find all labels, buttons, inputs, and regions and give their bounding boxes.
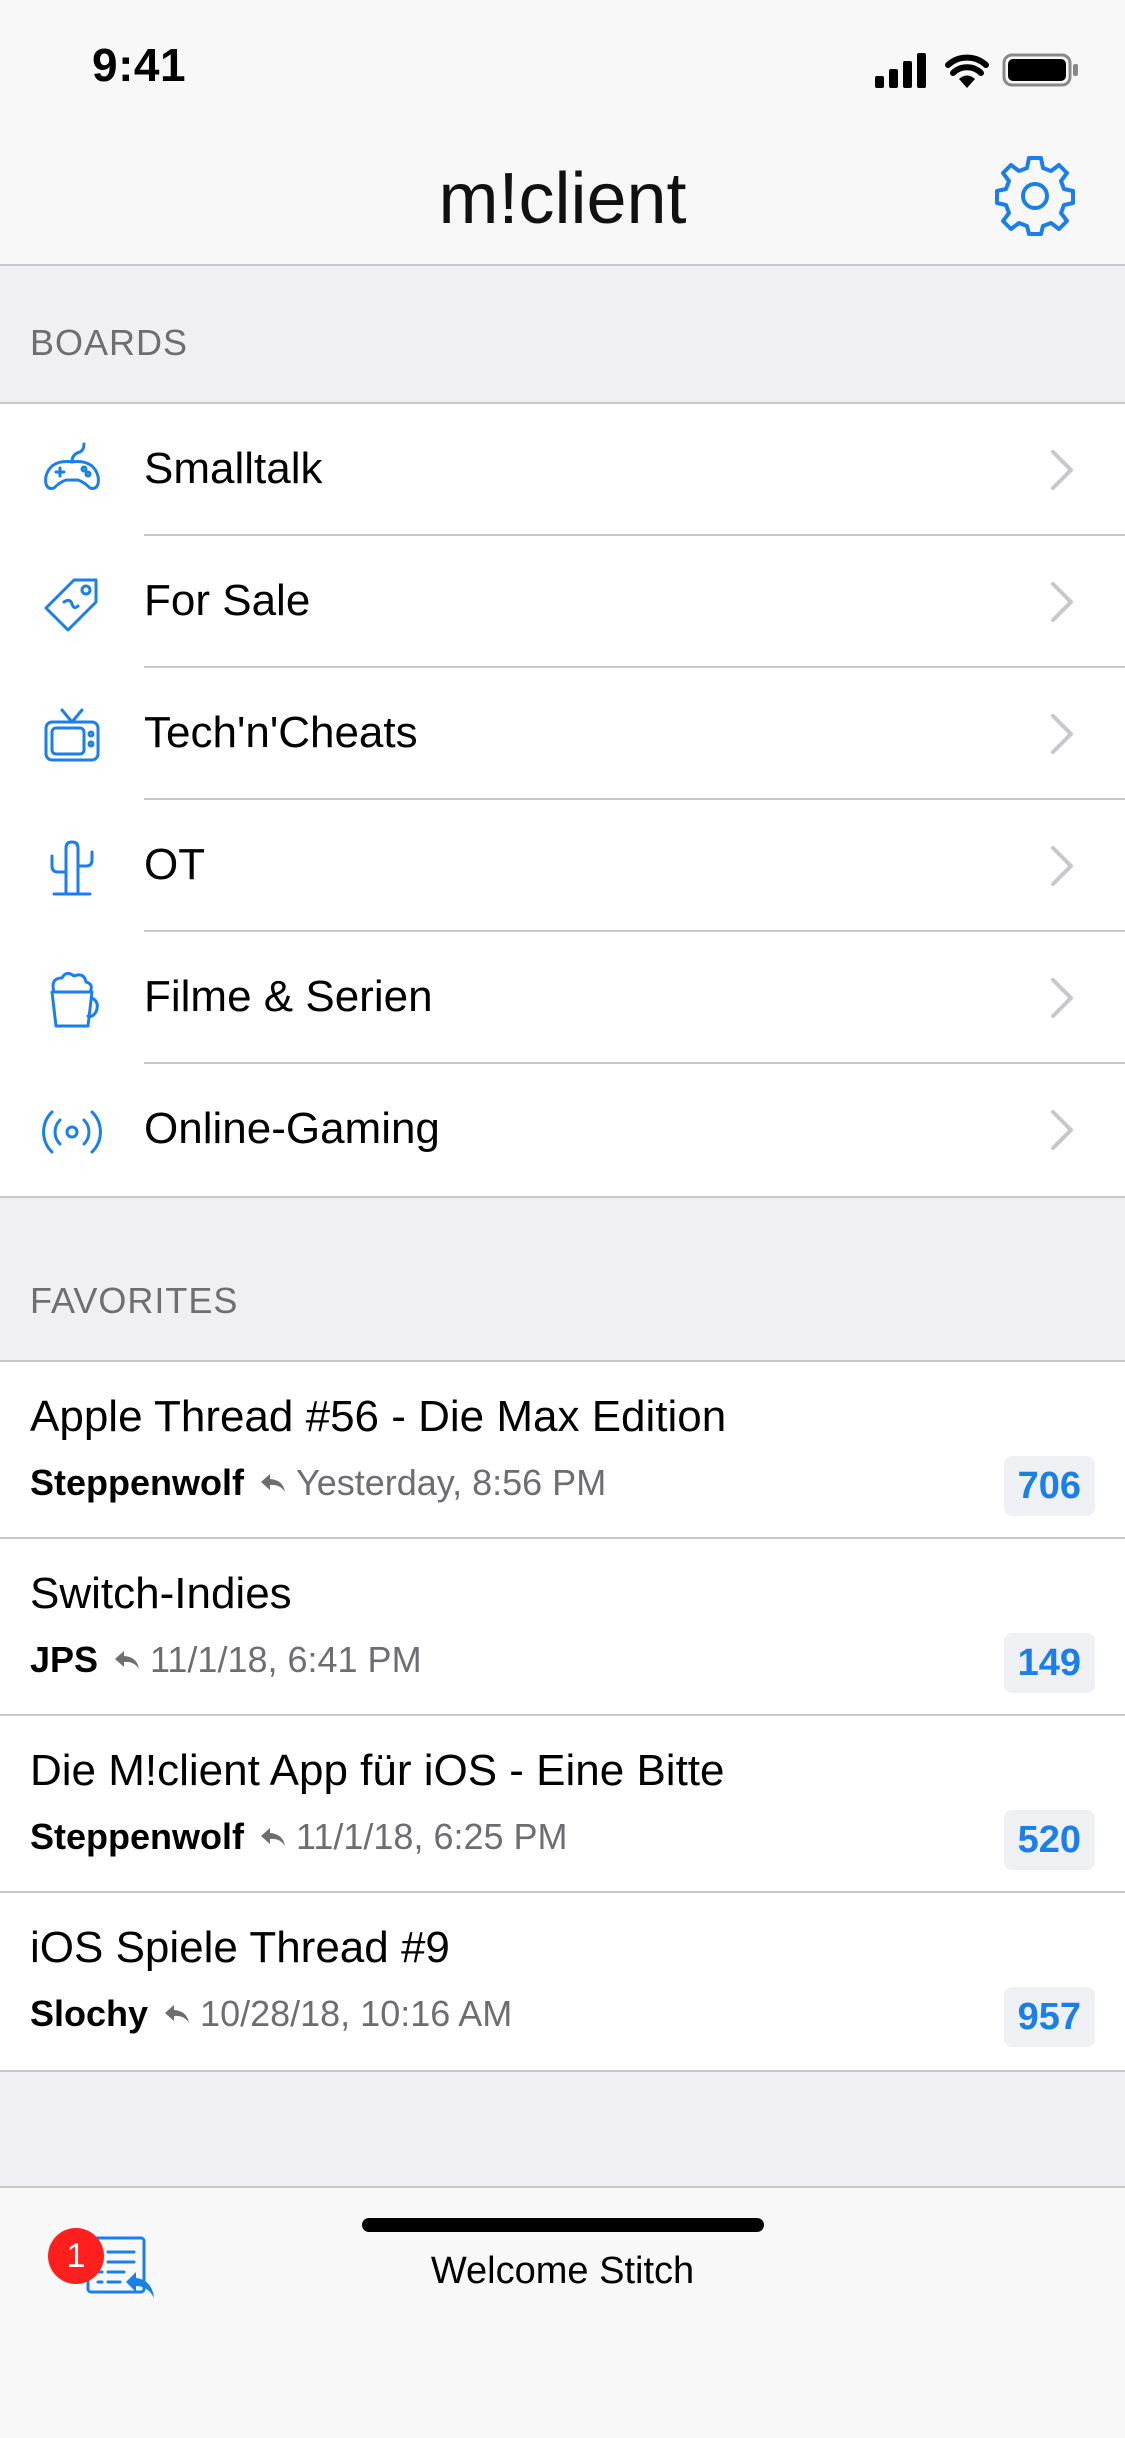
thread-title: Die M!client App für iOS - Eine Bitte	[30, 1746, 725, 1795]
thread-author: Slochy	[30, 1993, 149, 2034]
gear-icon[interactable]	[993, 154, 1077, 238]
reply-icon	[261, 1474, 285, 1492]
broadcast-icon	[42, 1110, 102, 1154]
unread-count-badge: 149	[1003, 1633, 1095, 1693]
board-label: Smalltalk	[144, 444, 323, 493]
home-indicator	[362, 2218, 764, 2232]
thread-author: JPS	[30, 1639, 99, 1680]
battery-icon	[1002, 53, 1078, 87]
thread-last-post-time: 11/1/18, 6:25 PM	[296, 1816, 568, 1857]
chevron-right-icon	[1051, 846, 1073, 886]
favorite-thread-row[interactable]: Apple Thread #56 - Die Max Edition Stepp…	[0, 1362, 1125, 1539]
navigation-bar: m!client	[0, 132, 1125, 266]
board-label: Filme & Serien	[144, 972, 433, 1021]
unread-count-badge: 706	[1003, 1456, 1095, 1516]
unread-count-badge: 957	[1003, 1987, 1095, 2047]
cactus-icon	[50, 840, 94, 896]
board-row-ot[interactable]: OT	[0, 800, 1125, 932]
thread-author: Steppenwolf	[30, 1462, 244, 1503]
board-label: Tech'n'Cheats	[144, 708, 418, 757]
boards-section-header: BOARDS	[30, 322, 189, 363]
status-time: 9:41	[92, 39, 187, 91]
wifi-icon	[945, 54, 989, 88]
board-row-smalltalk[interactable]: Smalltalk	[0, 404, 1125, 536]
price-tag-icon	[44, 578, 98, 632]
favorite-thread-row[interactable]: iOS Spiele Thread #9 Slochy 10/28/18, 10…	[0, 1893, 1125, 2070]
thread-last-post-time: 10/28/18, 10:16 AM	[200, 1993, 513, 2034]
unread-count-badge: 520	[1003, 1810, 1095, 1870]
board-row-for-sale[interactable]: For Sale	[0, 536, 1125, 668]
chevron-right-icon	[1051, 450, 1073, 490]
reply-icon	[165, 2005, 190, 2023]
thread-last-post-time: Yesterday, 8:56 PM	[296, 1462, 607, 1503]
thread-title: Switch-Indies	[30, 1569, 292, 1618]
chevron-right-icon	[1051, 978, 1073, 1018]
status-bar: 9:41	[0, 0, 1125, 132]
reply-icon	[115, 1651, 140, 1669]
boards-list: Smalltalk For Sale Tech'n'Cheats OT Film…	[0, 402, 1125, 1198]
board-label: OT	[144, 840, 206, 889]
board-row-tech-n-cheats[interactable]: Tech'n'Cheats	[0, 668, 1125, 800]
favorites-list: Apple Thread #56 - Die Max Edition Stepp…	[0, 1360, 1125, 2072]
thread-meta: Steppenwolf Yesterday, 8:56 PM	[30, 1462, 606, 1504]
chevron-right-icon	[1051, 582, 1073, 622]
reply-icon	[261, 1828, 285, 1846]
board-label: Online-Gaming	[144, 1104, 440, 1153]
tv-icon	[44, 708, 100, 762]
board-row-online-gaming[interactable]: Online-Gaming	[0, 1064, 1125, 1196]
favorite-thread-row[interactable]: Die M!client App für iOS - Eine Bitte St…	[0, 1716, 1125, 1893]
favorite-thread-row[interactable]: Switch-Indies JPS 11/1/18, 6:41 PM 149	[0, 1539, 1125, 1716]
thread-author: Steppenwolf	[30, 1816, 244, 1857]
thread-title: Apple Thread #56 - Die Max Edition	[30, 1392, 727, 1441]
chevron-right-icon	[1051, 714, 1073, 754]
chevron-right-icon	[1051, 1110, 1073, 1150]
app-title: m!client	[438, 159, 687, 239]
favorites-section-header: FAVORITES	[30, 1280, 239, 1321]
cellular-signal-icon	[875, 53, 926, 88]
board-row-filme-serien[interactable]: Filme & Serien	[0, 932, 1125, 1064]
popcorn-icon	[50, 971, 99, 1028]
thread-meta: Slochy 10/28/18, 10:16 AM	[30, 1993, 512, 2035]
thread-meta: JPS 11/1/18, 6:41 PM	[30, 1639, 422, 1681]
thread-last-post-time: 11/1/18, 6:41 PM	[150, 1639, 422, 1680]
status-icons	[875, 53, 1078, 88]
thread-title: iOS Spiele Thread #9	[30, 1923, 450, 1972]
thread-meta: Steppenwolf 11/1/18, 6:25 PM	[30, 1816, 568, 1858]
gamepad-icon	[44, 442, 100, 490]
board-label: For Sale	[144, 576, 311, 625]
welcome-message: Welcome Stitch	[430, 2250, 695, 2292]
